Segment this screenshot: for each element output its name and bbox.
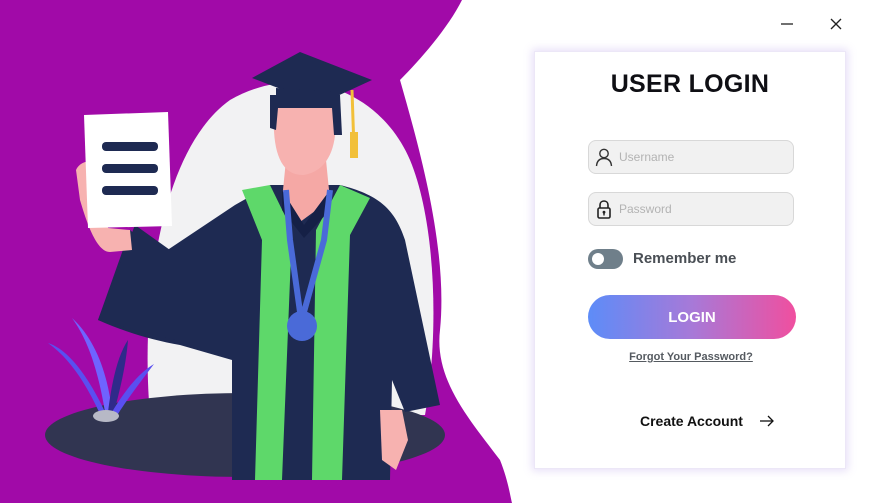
close-button[interactable] (821, 10, 851, 38)
login-window: USER LOGIN Remember me LOGIN Forgot Your… (0, 0, 870, 503)
username-input[interactable] (619, 141, 789, 173)
minimize-button[interactable] (772, 10, 802, 38)
minimize-icon (781, 23, 793, 25)
lock-icon (597, 200, 611, 219)
medal-icon (287, 311, 317, 341)
toggle-knob (592, 253, 604, 265)
remember-me-label: Remember me (633, 250, 737, 267)
arrow-right-icon (759, 415, 774, 427)
create-account-label: Create Account (640, 413, 743, 429)
login-button[interactable]: LOGIN (588, 295, 796, 339)
password-input[interactable] (619, 193, 789, 225)
create-account-button[interactable]: Create Account (640, 413, 775, 429)
login-title: USER LOGIN (610, 70, 770, 98)
remember-me-toggle[interactable] (588, 249, 623, 269)
graduate-illustration (0, 0, 512, 503)
password-field[interactable] (588, 192, 794, 226)
forgot-password-link[interactable]: Forgot Your Password? (535, 351, 847, 363)
close-icon (830, 18, 842, 30)
username-field[interactable] (588, 140, 794, 174)
login-card: USER LOGIN Remember me LOGIN Forgot Your… (534, 51, 846, 469)
document-icon (84, 112, 172, 228)
user-icon (595, 148, 613, 167)
